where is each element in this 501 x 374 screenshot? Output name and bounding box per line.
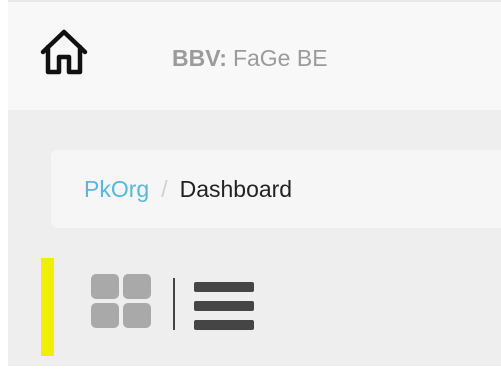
app-header: BBV: FaGe BE xyxy=(8,0,501,110)
home-button[interactable] xyxy=(36,24,92,80)
grid-view-icon-cell xyxy=(91,303,119,328)
brand-label: BBV: xyxy=(172,45,227,71)
list-view-button[interactable] xyxy=(194,282,254,330)
grid-view-icon-cell xyxy=(123,274,151,299)
view-divider xyxy=(173,278,175,330)
view-toolbar xyxy=(41,258,281,356)
main-content: PkOrg / Dashboard xyxy=(8,110,501,366)
list-view-icon-line xyxy=(194,301,254,311)
breadcrumb-link-pkorg[interactable]: PkOrg xyxy=(84,174,149,204)
grid-view-button[interactable] xyxy=(91,274,155,332)
active-view-accent xyxy=(41,258,54,356)
app-screen: BBV: FaGe BE PkOrg / Dashboard xyxy=(0,0,501,374)
list-view-icon-line xyxy=(194,320,254,330)
home-icon xyxy=(40,29,88,75)
grid-view-icon xyxy=(91,274,119,299)
brand-name: FaGe BE xyxy=(232,45,328,71)
list-view-icon xyxy=(194,282,254,292)
breadcrumb-current: Dashboard xyxy=(179,176,293,202)
breadcrumb-separator: / xyxy=(161,175,168,202)
grid-view-icon-cell xyxy=(123,303,151,328)
breadcrumb: PkOrg / Dashboard xyxy=(51,150,501,228)
app-title: BBV: FaGe BE xyxy=(172,44,328,72)
